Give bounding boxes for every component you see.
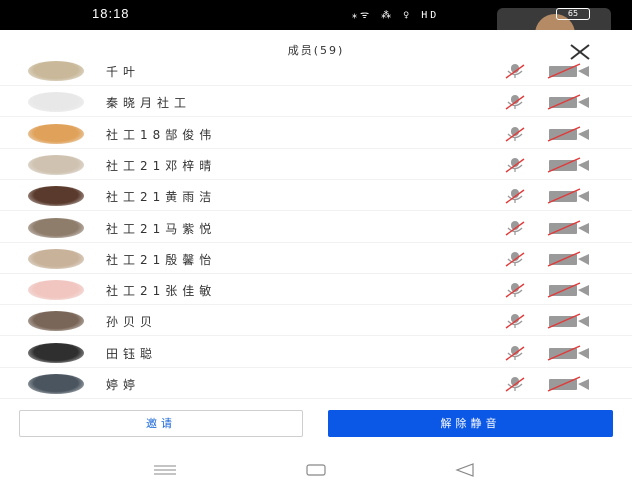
- avatar: [28, 61, 84, 81]
- battery-icon: 65: [556, 8, 590, 20]
- status-bar: 18:18 ⁎ᯤ ⁂ ♀ HD 65: [0, 0, 632, 48]
- avatar: [28, 92, 84, 113]
- camera-off-icon[interactable]: [547, 94, 591, 110]
- mic-muted-icon[interactable]: [503, 157, 527, 173]
- nav-home-button[interactable]: [306, 464, 326, 476]
- camera-off-icon[interactable]: [547, 345, 591, 361]
- member-name: 社工21黄雨洁: [106, 190, 217, 205]
- mic-muted-icon[interactable]: [503, 126, 527, 142]
- member-name: 秦晓月社工: [106, 96, 192, 111]
- member-row[interactable]: 社工18郜俊伟: [0, 118, 632, 149]
- member-row[interactable]: 社工21黄雨洁: [0, 180, 632, 212]
- member-name: 婷婷: [106, 378, 141, 392]
- status-time: 18:18: [92, 6, 130, 21]
- avatar: [28, 217, 84, 238]
- avatar: [28, 374, 84, 394]
- avatar: [28, 311, 84, 332]
- mic-muted-icon[interactable]: [503, 313, 527, 329]
- status-icons: ⁎ᯤ ⁂ ♀ HD: [352, 10, 440, 21]
- member-name: 千叶: [106, 65, 141, 79]
- menu-icon: [154, 465, 176, 475]
- mic-muted-icon[interactable]: [503, 251, 527, 267]
- mic-muted-icon[interactable]: [503, 188, 527, 204]
- member-row[interactable]: 社工21邓梓晴: [0, 149, 632, 180]
- member-name: 社工21邓梓晴: [106, 158, 217, 173]
- avatar: [28, 154, 84, 175]
- home-icon: [306, 464, 326, 476]
- camera-off-icon[interactable]: [547, 157, 591, 173]
- member-row[interactable]: 社工21张佳敏: [0, 274, 632, 306]
- mic-muted-icon[interactable]: [503, 282, 527, 298]
- mic-muted-icon[interactable]: [503, 376, 527, 392]
- member-name: 社工21马紫悦: [106, 221, 217, 236]
- avatar: [28, 248, 84, 269]
- mic-muted-icon[interactable]: [503, 63, 527, 79]
- member-row[interactable]: 秦晓月社工: [0, 86, 632, 118]
- nav-back-button[interactable]: [455, 463, 475, 477]
- mic-muted-icon[interactable]: [503, 220, 527, 236]
- member-row[interactable]: 千叶: [0, 58, 632, 86]
- camera-off-icon[interactable]: [547, 251, 591, 267]
- camera-off-icon[interactable]: [547, 313, 591, 330]
- mic-muted-icon[interactable]: [503, 94, 527, 110]
- camera-off-icon[interactable]: [547, 188, 591, 204]
- member-list[interactable]: 千叶秦晓月社工社工18郜俊伟 社工21邓梓晴 社工21黄雨洁 社工21马紫悦 社工21殷…: [0, 58, 632, 400]
- member-row[interactable]: 社工21马紫悦: [0, 212, 632, 243]
- avatar: [28, 123, 84, 144]
- member-name: 社工21殷馨怡: [106, 252, 217, 267]
- avatar: [28, 280, 84, 301]
- back-icon: [455, 463, 474, 477]
- system-nav-bar: [0, 454, 632, 484]
- invite-button[interactable]: 邀请: [19, 410, 303, 437]
- sheet-title: 成员(59): [287, 44, 345, 57]
- unmute-all-button[interactable]: 解除静音: [328, 410, 613, 437]
- member-name: 社工21张佳敏: [106, 284, 217, 299]
- member-row[interactable]: 社工21殷馨怡: [0, 243, 632, 274]
- camera-off-icon[interactable]: [547, 282, 591, 298]
- camera-off-icon[interactable]: [547, 376, 591, 392]
- camera-off-icon[interactable]: [547, 219, 591, 236]
- member-name: 孙贝贝: [106, 315, 158, 330]
- member-name: 社工18郜俊伟: [106, 127, 217, 142]
- members-sheet: 成员(59) 千叶秦晓月社工社工18郜俊伟 社工21邓梓晴 社工21黄雨洁 社工21马…: [0, 30, 632, 484]
- mic-muted-icon[interactable]: [503, 345, 527, 361]
- nav-menu-button[interactable]: [154, 464, 176, 476]
- member-name: 田钰聪: [106, 346, 158, 361]
- avatar: [28, 342, 84, 363]
- avatar: [28, 186, 84, 207]
- camera-off-icon[interactable]: [547, 125, 591, 142]
- member-row[interactable]: 婷婷: [0, 368, 632, 399]
- member-row[interactable]: 田钰聪: [0, 337, 632, 368]
- member-row[interactable]: 孙贝贝: [0, 305, 632, 337]
- camera-off-icon[interactable]: [547, 63, 591, 79]
